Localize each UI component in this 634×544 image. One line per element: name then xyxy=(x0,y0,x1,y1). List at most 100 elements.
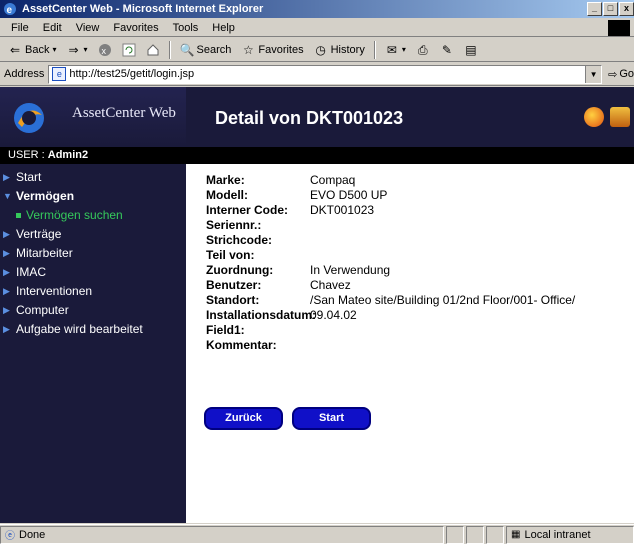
nav-item-vermoegen[interactable]: ▼ Vermögen xyxy=(0,187,186,206)
field-value: 09.04.02 xyxy=(310,308,357,322)
address-url: http://test25/getit/login.jsp xyxy=(69,68,195,80)
nav-item-start[interactable]: ▶ Start xyxy=(0,168,186,187)
maximize-button[interactable]: □ xyxy=(603,2,618,16)
nav-item-interventionen[interactable]: ▶ Interventionen xyxy=(0,282,186,301)
stop-button[interactable]: x xyxy=(94,43,116,57)
assetcenter-logo-icon xyxy=(14,103,44,133)
menu-view[interactable]: View xyxy=(69,22,107,34)
field-value: DKT001023 xyxy=(310,203,375,217)
home-icon xyxy=(147,43,158,55)
detail-row: Seriennr.: xyxy=(206,218,575,233)
sidebar: ▶ Start ▼ Vermögen Vermögen suchen ▶ Verträ… xyxy=(0,164,186,523)
field-label: Kommentar: xyxy=(206,338,277,352)
detail-row: Modell: EVO D500 UP xyxy=(206,188,575,203)
page-icon: e xyxy=(52,67,67,81)
back-button[interactable]: Zurück xyxy=(204,407,283,430)
field-label: Seriennr.: xyxy=(206,218,262,232)
security-zone: ▦ Local intranet xyxy=(506,525,634,544)
field-label: Strichcode: xyxy=(206,233,273,247)
page-title: Detail von DKT001023 xyxy=(215,108,404,128)
go-button[interactable]: ⇨ Go xyxy=(608,68,634,81)
detail-row: Zuordnung: In Verwendung xyxy=(206,263,575,278)
status-cell xyxy=(466,525,484,544)
chevron-down-icon: ▾ xyxy=(83,45,88,54)
toolbar-separator xyxy=(168,40,171,59)
status-main: ⓔ Done xyxy=(0,525,444,544)
detail-row: Standort: /San Mateo site/Building 01/2nd… xyxy=(206,293,575,308)
forward-button[interactable]: ⇒ ▾ xyxy=(62,43,91,57)
edit-button[interactable]: ✎ xyxy=(436,43,458,57)
user-bar: USER : Admin2 xyxy=(0,147,634,164)
menu-file[interactable]: File xyxy=(4,22,36,34)
back-label: Back xyxy=(25,43,50,56)
detail-panel: Marke: Compaq Modell: EVO D500 UP Interner… xyxy=(186,164,634,523)
favorites-button[interactable]: ☆ Favorites xyxy=(237,43,307,57)
brand-name: AssetCenter Web xyxy=(72,105,176,121)
menu-bar: File Edit View Favorites Tools Help xyxy=(0,19,634,37)
chevron-right-icon: ▶ xyxy=(3,248,10,258)
detail-row: Kommentar: xyxy=(206,338,575,353)
detail-row: Teil von: xyxy=(206,248,575,263)
menu-help[interactable]: Help xyxy=(205,22,242,34)
field-label: Zuordnung: xyxy=(206,263,274,277)
help-icon[interactable] xyxy=(584,107,604,127)
nav-item-vermoegen-suchen[interactable]: Vermögen suchen xyxy=(0,206,186,225)
detail-row: Interner Code: DKT001023 xyxy=(206,203,575,218)
field-label: Installationsdatum: xyxy=(206,308,317,322)
refresh-icon xyxy=(122,43,135,56)
user-name: Admin2 xyxy=(47,149,89,161)
intranet-icon: ▦ xyxy=(511,529,521,540)
address-bar: Address e http://test25/getit/login.jsp … xyxy=(0,63,634,86)
chevron-down-icon: ▾ xyxy=(52,45,57,54)
refresh-button[interactable] xyxy=(118,43,140,57)
chevron-down-icon: ▾ xyxy=(401,45,406,54)
menu-edit[interactable]: Edit xyxy=(36,22,69,34)
page-done-icon: ⓔ xyxy=(5,531,15,542)
chevron-right-icon: ▶ xyxy=(3,229,10,239)
windows-logo-icon xyxy=(608,20,630,36)
brand-area: AssetCenter Web xyxy=(0,87,186,147)
chevron-down-icon[interactable]: ▼ xyxy=(585,65,602,83)
field-value: EVO D500 UP xyxy=(310,188,388,202)
status-cell xyxy=(446,525,464,544)
nav-item-computer[interactable]: ▶ Computer xyxy=(0,301,186,320)
history-button[interactable]: ◷ History xyxy=(310,43,369,57)
search-icon: 🔍 xyxy=(179,42,195,57)
bullet-icon xyxy=(16,213,21,218)
search-button[interactable]: 🔍 Search xyxy=(176,43,236,57)
app-header: AssetCenter Web Detail von DKT001023 xyxy=(0,87,634,147)
favorites-icon: ☆ xyxy=(242,42,254,57)
field-value: In Verwendung xyxy=(310,263,391,277)
svg-text:x: x xyxy=(101,46,106,56)
chevron-down-icon: ▼ xyxy=(3,191,12,201)
mail-button[interactable]: ✉ ▾ xyxy=(381,43,410,57)
title-bar: e AssetCenter Web - Microsoft Internet E… xyxy=(0,0,634,18)
nav-item-imac[interactable]: ▶ IMAC xyxy=(0,263,186,282)
user-label: USER : xyxy=(8,149,45,161)
address-input[interactable]: e http://test25/getit/login.jsp ▼ xyxy=(48,64,603,84)
home-button[interactable] xyxy=(142,43,164,57)
back-arrow-icon: ⇐ xyxy=(9,42,21,57)
field-label: Benutzer: xyxy=(206,278,262,292)
mail-icon: ✉ xyxy=(386,42,397,57)
close-button[interactable]: x xyxy=(619,2,634,16)
stop-icon: x xyxy=(98,43,111,56)
nav-item-aufgabe[interactable]: ▶ Aufgabe wird bearbeitet xyxy=(0,320,186,339)
history-icon: ◷ xyxy=(315,42,326,57)
favorites-label: Favorites xyxy=(258,43,304,56)
print-button[interactable]: ⎙ xyxy=(412,43,434,57)
detail-row: Field1: xyxy=(206,323,575,338)
discuss-button[interactable]: ▤ xyxy=(460,43,482,57)
nav-item-vertraege[interactable]: ▶ Verträge xyxy=(0,225,186,244)
logout-icon[interactable] xyxy=(610,107,630,127)
minimize-button[interactable]: _ xyxy=(587,2,602,16)
start-button[interactable]: Start xyxy=(292,407,371,430)
back-button[interactable]: ⇐ Back ▾ xyxy=(4,43,60,57)
menu-favorites[interactable]: Favorites xyxy=(106,22,165,34)
menu-tools[interactable]: Tools xyxy=(166,22,206,34)
nav-item-mitarbeiter[interactable]: ▶ Mitarbeiter xyxy=(0,244,186,263)
discuss-icon: ▤ xyxy=(465,42,477,57)
field-value: Compaq xyxy=(310,173,356,187)
detail-row: Installationsdatum: 09.04.02 xyxy=(206,308,575,323)
web-content: AssetCenter Web Detail von DKT001023 USE… xyxy=(0,87,634,523)
